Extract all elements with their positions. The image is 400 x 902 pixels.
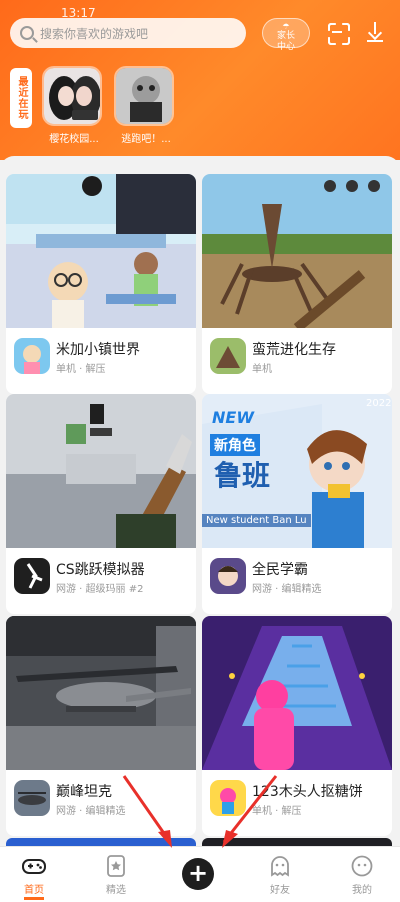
- game-card[interactable]: CS跳跃模拟器 网游 · 超级玛丽 #2: [6, 394, 196, 614]
- tab-friends-label: 好友: [270, 885, 290, 896]
- card-art-student: New student Ban Lu: [202, 514, 311, 527]
- game-tags: 网游 · 超级玛丽 #2: [56, 584, 144, 595]
- search-placeholder: 搜索你喜欢的游戏吧: [40, 26, 149, 41]
- game-card[interactable]: NEW 2022 新角色 鲁班 New student Ban Lu 全民学霸 …: [202, 394, 392, 614]
- game-tags: 网游 · 编辑精选: [56, 806, 126, 817]
- download-icon[interactable]: [364, 20, 386, 44]
- game-card-image: [6, 616, 196, 770]
- search-icon: [20, 26, 34, 40]
- game-icon: [14, 780, 50, 816]
- game-card-image: [202, 616, 392, 770]
- game-card-image: NEW 2022 新角色 鲁班 New student Ban Lu: [202, 394, 392, 548]
- tab-me-label: 我的: [352, 885, 372, 896]
- game-card-image: [6, 174, 196, 328]
- parent-center-label-2: 中心: [276, 42, 295, 52]
- game-card[interactable]: 巅峰坦克 网游 · 编辑精选: [6, 616, 196, 836]
- game-card-image: [6, 394, 196, 548]
- recent-played-tag: 最近在玩: [10, 68, 32, 128]
- recent-game-2[interactable]: 逃 逃跑吧！...: [114, 66, 258, 191]
- tab-home[interactable]: 首页: [4, 855, 64, 900]
- recent-game-2-thumb: 逃: [114, 66, 258, 191]
- gamepad-icon: [22, 855, 46, 877]
- tab-home-label: 首页: [24, 885, 44, 900]
- scan-icon[interactable]: [326, 21, 348, 43]
- header: 13:17 搜索你喜欢的游戏吧 ☂ 家长 中心 最近在玩 樱花校园... 逃跑吧…: [0, 0, 400, 191]
- game-title: 蛮荒进化生存: [252, 342, 336, 358]
- game-icon: [210, 338, 246, 374]
- card-art-name: 鲁班: [214, 459, 271, 492]
- parent-center-button[interactable]: ☂ 家长 中心: [262, 18, 310, 52]
- parent-center-label-1: 家长: [276, 31, 295, 41]
- star-card-icon: [104, 855, 128, 877]
- game-icon: [210, 780, 246, 816]
- search-input[interactable]: 搜索你喜欢的游戏吧: [10, 18, 246, 48]
- recent-game-1[interactable]: 樱花校园...: [42, 66, 106, 145]
- ghost-icon: [268, 855, 292, 877]
- game-title: 123木头人抠糖饼: [252, 784, 363, 800]
- recent-game-2-label: 逃跑吧！...: [121, 134, 171, 145]
- tab-featured[interactable]: 精选: [86, 855, 146, 896]
- card-art-new: NEW: [212, 408, 254, 427]
- game-title: 全民学霸: [252, 562, 308, 578]
- card-art-year: 2022: [366, 398, 392, 409]
- game-title: 米加小镇世界: [56, 342, 140, 358]
- game-card[interactable]: 123木头人抠糖饼 单机 · 解压: [202, 616, 392, 836]
- game-tags: 单机 · 解压: [252, 806, 302, 817]
- recent-game-1-thumb: [42, 66, 102, 126]
- next-card-peek: [202, 838, 392, 846]
- game-icon: [14, 338, 50, 374]
- game-icon: [14, 558, 50, 594]
- game-tags: 单机: [252, 364, 272, 375]
- card-art-role: 新角色: [210, 434, 260, 456]
- recent-game-1-label: 樱花校园...: [49, 134, 99, 145]
- game-tags: 网游 · 编辑精选: [252, 584, 322, 595]
- game-title: CS跳跃模拟器: [56, 562, 145, 578]
- game-tags: 单机 · 解压: [56, 364, 106, 375]
- game-feed: 米加小镇世界 单机 · 解压 蛮荒进化生存 单机 CS跳跃模拟器 网游 · 超级…: [0, 156, 400, 846]
- game-title: 巅峰坦克: [56, 784, 112, 800]
- tab-me[interactable]: 我的: [332, 855, 392, 896]
- tab-featured-label: 精选: [106, 885, 126, 896]
- game-icon: [210, 558, 246, 594]
- game-card[interactable]: 米加小镇世界 单机 · 解压: [6, 174, 196, 394]
- create-plus-button[interactable]: +: [182, 858, 214, 890]
- game-card[interactable]: 蛮荒进化生存 单机: [202, 174, 392, 394]
- tab-friends[interactable]: 好友: [250, 855, 310, 896]
- next-card-peek: [6, 838, 196, 846]
- umbrella-icon: ☂: [282, 22, 290, 31]
- face-icon: [350, 855, 374, 877]
- game-card-image: [202, 174, 392, 328]
